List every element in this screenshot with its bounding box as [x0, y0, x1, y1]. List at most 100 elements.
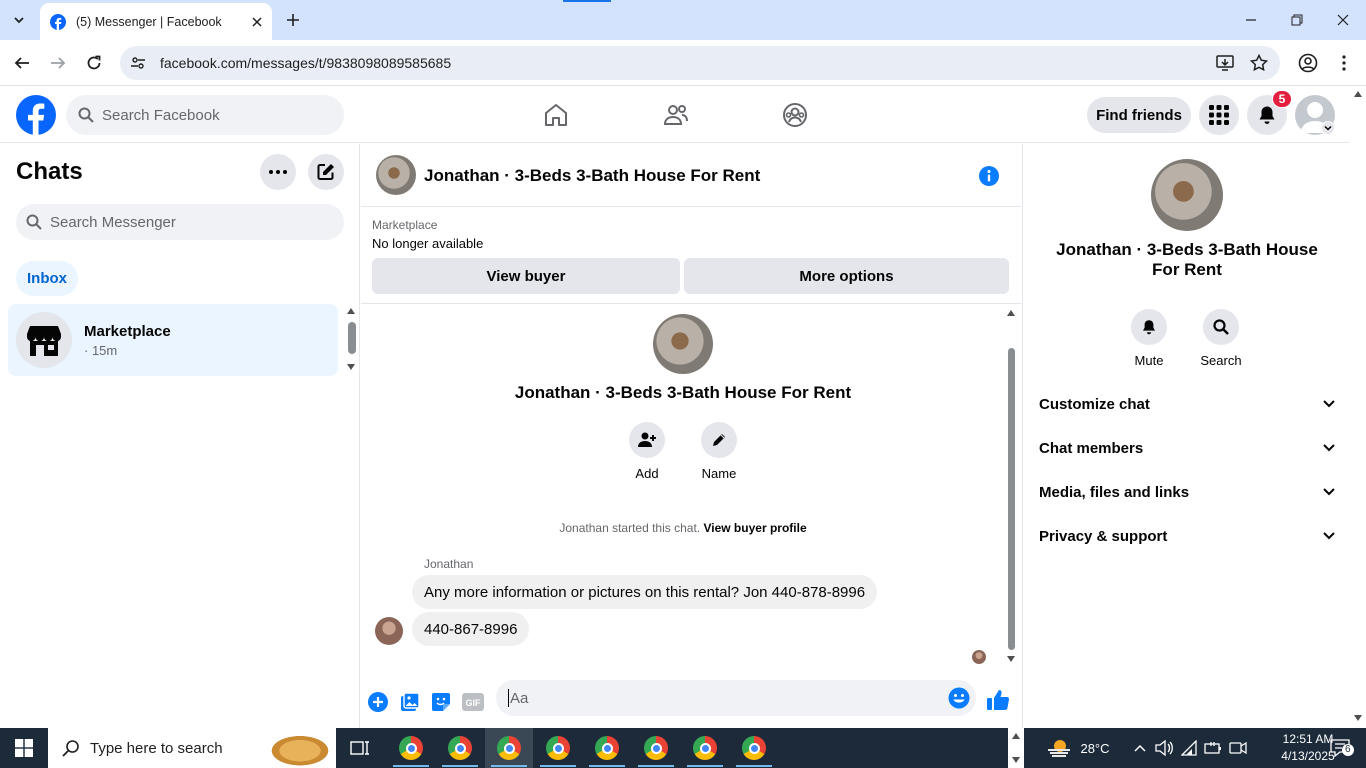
start-button[interactable] — [0, 728, 48, 768]
task-view-button[interactable] — [336, 728, 384, 768]
conversation-scroll-thumb[interactable] — [1008, 348, 1015, 650]
scroll-up-arrow-icon[interactable] — [1354, 91, 1362, 97]
weather-widget[interactable] — [1044, 728, 1074, 768]
storefront-icon — [27, 326, 61, 356]
browser-menu-button[interactable] — [1332, 51, 1356, 75]
profile-button[interactable] — [1296, 51, 1320, 75]
scroll-up-arrow-icon[interactable] — [1007, 310, 1015, 316]
minimize-icon — [1246, 19, 1256, 21]
taskbar-chrome-window-2[interactable] — [436, 728, 484, 768]
notification-center-button[interactable]: 6 — [1320, 728, 1360, 768]
forward-button[interactable] — [46, 51, 70, 75]
battery-button[interactable] — [1203, 728, 1223, 768]
weather-haze-icon — [1048, 740, 1070, 757]
add-member-action[interactable]: Add — [617, 422, 677, 481]
taskbar-chrome-window-3[interactable] — [485, 728, 533, 768]
page-scrollbar[interactable] — [1350, 87, 1366, 728]
more-vertical-icon — [1342, 55, 1346, 71]
name-chat-action[interactable]: Name — [689, 422, 749, 481]
scroll-down-arrow-icon[interactable] — [1354, 715, 1362, 721]
attach-media-button[interactable] — [397, 689, 423, 715]
view-buyer-profile-link[interactable]: View buyer profile — [703, 521, 806, 535]
conversation-scrollbar[interactable] — [1004, 306, 1018, 666]
back-button[interactable] — [10, 51, 34, 75]
conversation-info-button[interactable] — [978, 165, 1000, 187]
scroll-up-arrow-icon[interactable] — [347, 308, 355, 314]
taskbar-chrome-window-5[interactable] — [583, 728, 631, 768]
chats-options-button[interactable] — [260, 154, 296, 190]
arrow-right-icon — [51, 57, 66, 69]
network-button[interactable] — [1180, 728, 1200, 768]
sender-avatar[interactable] — [375, 617, 403, 645]
message-input[interactable]: Aa — [496, 680, 976, 716]
chat-members-section[interactable]: Chat members — [1031, 426, 1343, 470]
chevron-down-icon — [1323, 488, 1335, 496]
search-icon — [62, 740, 79, 757]
media-files-links-section[interactable]: Media, files and links — [1031, 470, 1343, 514]
gif-button[interactable]: GIF — [460, 689, 486, 715]
meet-now-button[interactable] — [1228, 728, 1248, 768]
address-bar[interactable]: facebook.com/messages/t/9838098089585685 — [120, 46, 1280, 80]
groups-nav-button[interactable] — [779, 99, 811, 131]
scroll-up-arrow-icon[interactable] — [1012, 733, 1020, 739]
search-highlight-image[interactable] — [264, 732, 336, 766]
marketplace-avatar — [16, 312, 72, 368]
taskbar-overlay-scrollbar[interactable] — [1008, 728, 1024, 768]
battery-plug-icon — [1204, 742, 1221, 754]
conversation-title[interactable]: Jonathan · 3-Beds 3-Bath House For Rent — [424, 166, 760, 186]
messenger-search-input[interactable]: Search Messenger — [16, 204, 344, 240]
minimize-button[interactable] — [1228, 0, 1274, 40]
new-tab-button[interactable] — [282, 9, 304, 31]
chat-list-item[interactable]: Marketplace · 15m — [8, 304, 338, 376]
bookmark-button[interactable] — [1250, 54, 1268, 72]
browser-tab-messenger[interactable]: (5) Messenger | Facebook — [40, 3, 272, 40]
customize-chat-section[interactable]: Customize chat — [1031, 382, 1343, 426]
reload-button[interactable] — [82, 51, 106, 75]
sticker-icon — [432, 693, 450, 711]
sticker-button[interactable] — [428, 689, 454, 715]
tab-search-button[interactable] — [8, 9, 30, 31]
restore-button[interactable] — [1274, 0, 1320, 40]
taskbar-chrome-window-7[interactable] — [681, 728, 729, 768]
emoji-button[interactable] — [948, 687, 970, 709]
install-app-button[interactable] — [1216, 54, 1234, 72]
mute-action[interactable]: Mute — [1119, 309, 1179, 368]
view-buyer-button[interactable]: View buyer — [372, 258, 680, 294]
conversation-hero-avatar — [653, 314, 713, 374]
taskbar-chrome-window-6[interactable] — [632, 728, 680, 768]
url-text[interactable]: facebook.com/messages/t/9838098089585685 — [160, 55, 451, 71]
friends-nav-button[interactable] — [660, 99, 692, 131]
taskbar-chrome-window-8[interactable] — [730, 728, 778, 768]
more-options-button[interactable]: More options — [684, 258, 1009, 294]
chats-scrollbar[interactable] — [344, 304, 360, 376]
menu-button[interactable] — [1199, 95, 1239, 135]
site-settings-icon[interactable] — [130, 55, 146, 71]
chrome-icon — [497, 736, 521, 760]
privacy-support-section[interactable]: Privacy & support — [1031, 514, 1343, 558]
scroll-down-arrow-icon[interactable] — [1012, 757, 1020, 763]
find-friends-button[interactable]: Find friends — [1087, 97, 1191, 133]
message-bubble[interactable]: Any more information or pictures on this… — [412, 575, 878, 609]
volume-button[interactable] — [1154, 728, 1174, 768]
show-hidden-icons-button[interactable] — [1130, 728, 1150, 768]
message-bubble[interactable]: 440-867-8996 — [412, 612, 530, 646]
taskbar-chrome-window-1[interactable] — [387, 728, 435, 768]
close-tab-icon[interactable] — [252, 16, 262, 27]
facebook-logo[interactable] — [16, 95, 56, 135]
scroll-down-arrow-icon[interactable] — [347, 364, 355, 370]
new-message-button[interactable] — [308, 154, 344, 190]
close-window-button[interactable] — [1320, 0, 1366, 40]
details-avatar[interactable] — [1151, 159, 1223, 231]
conversation-avatar[interactable] — [376, 155, 416, 195]
send-like-button[interactable] — [985, 687, 1011, 713]
taskbar-chrome-window-4[interactable] — [534, 728, 582, 768]
more-actions-button[interactable] — [365, 689, 391, 715]
account-menu-button[interactable] — [1321, 121, 1335, 135]
search-in-chat-action[interactable]: Search — [1191, 309, 1251, 368]
home-nav-button[interactable] — [540, 99, 572, 131]
scroll-down-arrow-icon[interactable] — [1007, 656, 1015, 662]
inbox-filter-tab[interactable]: Inbox — [16, 261, 78, 296]
weather-temperature[interactable]: 28°C — [1078, 728, 1112, 768]
facebook-search-box[interactable]: Search Facebook — [66, 95, 344, 135]
chats-scroll-thumb[interactable] — [348, 322, 356, 354]
